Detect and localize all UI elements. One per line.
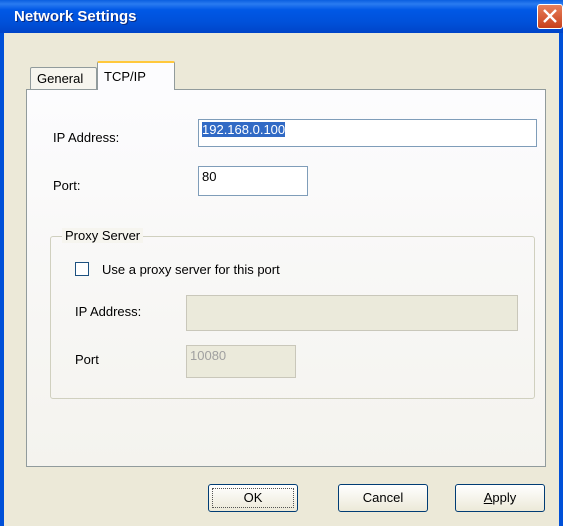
proxy-ip-label: IP Address: <box>75 304 142 319</box>
use-proxy-label[interactable]: Use a proxy server for this port <box>102 262 280 277</box>
ip-address-field[interactable]: 192.168.0.100 <box>198 119 537 147</box>
window-border-left <box>0 33 4 526</box>
title-bar[interactable]: Network Settings <box>0 0 563 33</box>
ip-address-label: IP Address: <box>53 130 120 145</box>
tab-tcpip[interactable]: TCP/IP <box>97 61 175 90</box>
proxy-port-label: Port <box>75 352 99 367</box>
ip-address-value: 192.168.0.100 <box>202 122 286 137</box>
window-border-right <box>559 33 563 526</box>
port-label: Port: <box>53 178 81 193</box>
tab-general[interactable]: General <box>30 67 97 89</box>
window-title: Network Settings <box>14 8 137 25</box>
use-proxy-checkbox[interactable] <box>75 262 89 276</box>
apply-button[interactable]: Apply <box>455 484 545 512</box>
cancel-button[interactable]: Cancel <box>338 484 428 512</box>
apply-button-label: pply <box>492 490 517 505</box>
proxy-port-field[interactable]: 10080 <box>186 345 296 378</box>
cancel-button-label: Cancel <box>362 490 404 505</box>
port-value: 80 <box>202 169 217 184</box>
proxy-group-title: Proxy Server <box>62 228 144 243</box>
ok-button[interactable]: OK <box>208 484 298 512</box>
network-settings-dialog: Network Settings General TCP/IP IP Addre… <box>0 0 563 526</box>
close-icon <box>543 9 557 23</box>
proxy-ip-field[interactable] <box>186 295 518 331</box>
port-field[interactable]: 80 <box>198 166 308 196</box>
close-button[interactable] <box>537 4 563 29</box>
focus-rectangle <box>212 488 294 508</box>
proxy-port-value: 10080 <box>190 348 227 363</box>
